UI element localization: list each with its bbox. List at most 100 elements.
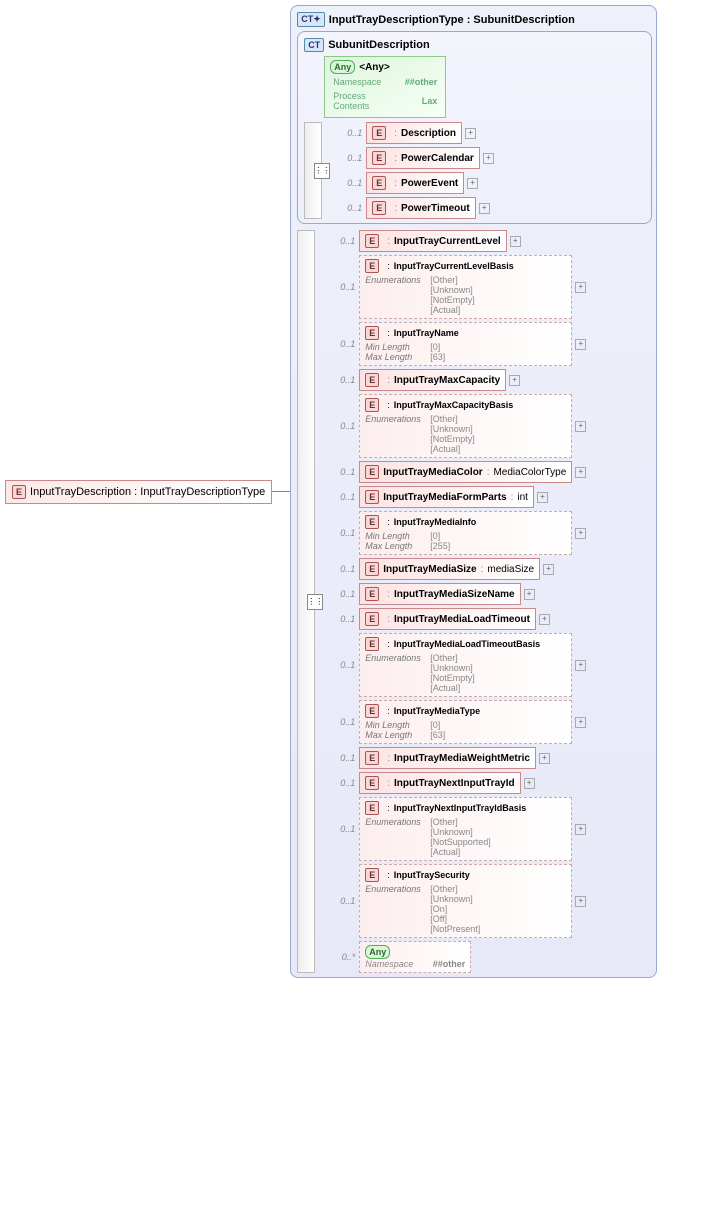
element-badge: E [365, 612, 379, 626]
element-node[interactable]: E : PowerCalendar [366, 147, 480, 169]
element-row: 0..1 E : InputTrayNextInputTrayId + [333, 772, 586, 794]
expand-icon[interactable]: + [467, 178, 478, 189]
element-node-enum[interactable]: E :InputTrayMaxCapacityBasis Enumeration… [359, 394, 572, 458]
element-row: 0..1 E :InputTrayMediaLoadTimeoutBasis E… [333, 633, 586, 697]
expand-icon[interactable]: + [483, 153, 494, 164]
cardinality: 0..1 [340, 128, 362, 138]
expand-icon[interactable]: + [537, 492, 548, 503]
element-badge: E [365, 398, 379, 412]
element-row: 0..1 E : InputTrayCurrentLevel + [333, 230, 586, 252]
element-node-len[interactable]: E :InputTrayMediaType Min Length[0] Max … [359, 700, 572, 744]
cardinality: 0..1 [333, 282, 355, 292]
element-row: 0..1 E : Description + [340, 122, 494, 144]
cardinality: 0..1 [333, 660, 355, 670]
element-row: 0..1 E InputTrayMediaFormParts : int + [333, 486, 586, 508]
expand-icon[interactable]: + [509, 375, 520, 386]
element-badge: E [365, 490, 379, 504]
expand-icon[interactable]: + [479, 203, 490, 214]
element-node[interactable]: E : Description [366, 122, 462, 144]
element-node[interactable]: E : PowerTimeout [366, 197, 476, 219]
expand-icon[interactable]: + [575, 660, 586, 671]
element-node[interactable]: E InputTrayMediaFormParts : int [359, 486, 534, 508]
element-node[interactable]: E InputTrayMediaSize : mediaSize [359, 558, 540, 580]
element-node[interactable]: E : InputTrayNextInputTrayId [359, 772, 520, 794]
expand-icon[interactable]: + [575, 421, 586, 432]
cardinality: 0..* [333, 952, 355, 962]
element-row: 0..1 E : PowerCalendar + [340, 147, 494, 169]
element-node-enum[interactable]: E :InputTrayMediaLoadTimeoutBasis Enumer… [359, 633, 572, 697]
cardinality: 0..1 [333, 375, 355, 385]
expand-icon[interactable]: + [465, 128, 476, 139]
element-row: 0..1 E : InputTrayMediaSizeName + [333, 583, 586, 605]
outer-title: CT✦ InputTrayDescriptionType : SubunitDe… [297, 12, 652, 27]
element-node-enum[interactable]: E :InputTrayCurrentLevelBasis Enumeratio… [359, 255, 572, 319]
complex-type-box: CT✦ InputTrayDescriptionType : SubunitDe… [290, 5, 657, 978]
element-node[interactable]: E InputTrayMediaColor : MediaColorType [359, 461, 572, 483]
element-node-len[interactable]: E :InputTrayMediaInfo Min Length[0] Max … [359, 511, 572, 555]
element-row: 0..1 E :InputTraySecurity Enumerations[O… [333, 864, 586, 938]
cardinality: 0..1 [333, 339, 355, 349]
element-node[interactable]: E : InputTrayMaxCapacity [359, 369, 506, 391]
element-badge: E [365, 562, 379, 576]
expand-icon[interactable]: + [575, 717, 586, 728]
element-row: 0..1 E : PowerEvent + [340, 172, 494, 194]
element-row: 0..1 E :InputTrayNextInputTrayIdBasis En… [333, 797, 586, 861]
element-node[interactable]: E : InputTrayCurrentLevel [359, 230, 507, 252]
element-node[interactable]: E : InputTrayMediaLoadTimeout [359, 608, 536, 630]
any-badge: Any [365, 945, 390, 959]
element-row: 0..1 E :InputTrayMediaType Min Length[0]… [333, 700, 586, 744]
cardinality: 0..1 [340, 153, 362, 163]
expand-icon[interactable]: + [575, 467, 586, 478]
element-node-enum[interactable]: E :InputTraySecurity Enumerations[Other]… [359, 864, 572, 938]
cardinality: 0..1 [340, 178, 362, 188]
element-badge: E [365, 587, 379, 601]
element-row: 0..1 E :InputTrayName Min Length[0] Max … [333, 322, 586, 366]
root-label: InputTrayDescription : InputTrayDescript… [30, 486, 265, 498]
element-badge: E [12, 485, 26, 499]
cardinality: 0..1 [333, 492, 355, 502]
element-node[interactable]: E : InputTrayMediaSizeName [359, 583, 520, 605]
element-badge: E [365, 704, 379, 718]
any-wildcard[interactable]: Any<Any> Namespace##other Process Conten… [324, 56, 446, 118]
cardinality: 0..1 [333, 564, 355, 574]
inner-title: CT SubunitDescription [304, 38, 647, 52]
element-row: 0..1 E : PowerTimeout + [340, 197, 494, 219]
expand-icon[interactable]: + [575, 896, 586, 907]
element-node[interactable]: E : PowerEvent [366, 172, 464, 194]
any-wildcard[interactable]: Any Namespace##other [359, 941, 471, 973]
root-element[interactable]: E InputTrayDescription : InputTrayDescri… [5, 480, 272, 504]
expand-icon[interactable]: + [575, 528, 586, 539]
element-badge: E [365, 801, 379, 815]
element-badge: E [365, 868, 379, 882]
element-badge: E [365, 751, 379, 765]
cardinality: 0..1 [333, 753, 355, 763]
expand-icon[interactable]: + [524, 778, 535, 789]
expand-icon[interactable]: + [575, 339, 586, 350]
expand-icon[interactable]: + [539, 753, 550, 764]
element-badge: E [365, 234, 379, 248]
element-row: 0..1 E :InputTrayCurrentLevelBasis Enume… [333, 255, 586, 319]
inner-sequence: ⋮⋮ 0..1 E : Description + 0..1 E : Power… [304, 122, 647, 219]
inner-type-box: CT SubunitDescription Any<Any> Namespace… [297, 31, 652, 224]
expand-icon[interactable]: + [510, 236, 521, 247]
cardinality: 0..1 [333, 717, 355, 727]
expand-icon[interactable]: + [524, 589, 535, 600]
cardinality: 0..1 [340, 203, 362, 213]
element-badge: E [372, 126, 386, 140]
element-badge: E [365, 637, 379, 651]
expand-icon[interactable]: + [543, 564, 554, 575]
sequence-bar: ⋮⋮ [304, 122, 322, 219]
element-row: 0..1 E : InputTrayMaxCapacity + [333, 369, 586, 391]
connector [272, 491, 290, 492]
any-row: 0..* Any Namespace##other [333, 941, 586, 973]
cardinality: 0..1 [333, 589, 355, 599]
expand-icon[interactable]: + [575, 282, 586, 293]
element-node-enum[interactable]: E :InputTrayNextInputTrayIdBasis Enumera… [359, 797, 572, 861]
element-node[interactable]: E : InputTrayMediaWeightMetric [359, 747, 536, 769]
element-node-len[interactable]: E :InputTrayName Min Length[0] Max Lengt… [359, 322, 572, 366]
element-badge: E [372, 176, 386, 190]
expand-icon[interactable]: + [539, 614, 550, 625]
expand-icon[interactable]: + [575, 824, 586, 835]
element-badge: E [365, 465, 379, 479]
cardinality: 0..1 [333, 467, 355, 477]
